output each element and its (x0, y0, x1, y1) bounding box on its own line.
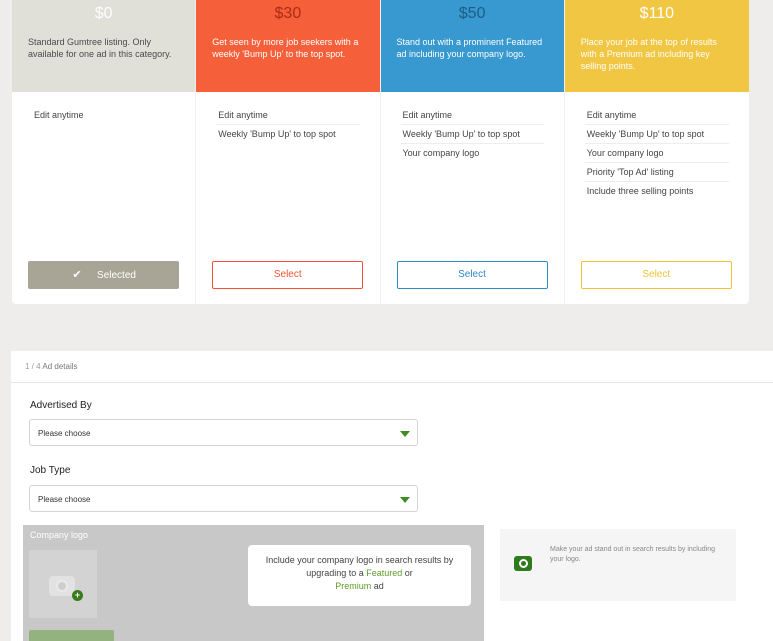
tier-description: Place your job at the top of results wit… (580, 37, 717, 71)
tier-price: $110 (639, 5, 675, 22)
step-indicator: 1 / 4 Ad details (11, 351, 773, 383)
feature-list: Edit anytime (12, 92, 195, 124)
feature-item: Your company logo (584, 144, 729, 163)
select-button[interactable]: Select (396, 261, 548, 289)
tier-featured: $50 Stand out with a prominent Featured … (380, 0, 565, 304)
tier-description: Get seen by more job seekers with a week… (212, 37, 359, 59)
company-logo-section: Company logo + Include your company logo… (23, 525, 484, 641)
premium-link[interactable]: Premium (335, 581, 371, 591)
step-title: Ad details (42, 362, 78, 371)
tier-header: $0 Standard Gumtree listing. Only availa… (12, 0, 196, 92)
selected-button[interactable]: ✔ Selected (28, 261, 179, 289)
job-type-select[interactable]: Please choose (29, 485, 418, 512)
tier-bump: $30 Get seen by more job seekers with a … (196, 0, 381, 304)
feature-list: Edit anytime Weekly 'Bump Up' to top spo… (196, 92, 379, 143)
tier-header: $110 Place your job at the top of result… (564, 0, 749, 92)
advertised-by-select[interactable]: Please choose (29, 419, 418, 446)
tier-price: $0 (94, 5, 113, 22)
pricing-tiers: $0 Standard Gumtree listing. Only availa… (12, 0, 749, 304)
feature-item: Edit anytime (400, 106, 544, 125)
tier-price: $30 (274, 5, 302, 22)
dropdown-arrow-icon (400, 497, 410, 503)
feature-item: Weekly 'Bump Up' to top spot (218, 129, 336, 139)
camera-icon (514, 556, 532, 571)
select-button[interactable]: Select (212, 261, 364, 289)
job-type-label: Job Type (30, 465, 71, 476)
upgrade-text: Include your company logo in search resu… (265, 555, 454, 578)
tier-free: $0 Standard Gumtree listing. Only availa… (12, 0, 197, 304)
tier-header: $50 Stand out with a prominent Featured … (380, 0, 564, 92)
feature-item: Weekly 'Bump Up' to top spot (584, 125, 729, 144)
dropdown-arrow-icon (400, 431, 410, 437)
featured-link[interactable]: Featured (366, 568, 402, 578)
or-text: or (404, 568, 413, 578)
feature-item: Edit anytime (216, 106, 360, 125)
camera-lens-icon (56, 580, 68, 592)
tier-price: $50 (458, 5, 486, 22)
upgrade-message: Include your company logo in search resu… (248, 545, 471, 606)
ad-details-panel: 1 / 4 Ad details Advertised By Please ch… (11, 351, 773, 641)
upload-logo-button[interactable] (29, 630, 114, 641)
feature-item: Your company logo (402, 148, 480, 158)
tier-description: Standard Gumtree listing. Only available… (28, 37, 172, 59)
logo-upload-placeholder[interactable]: + (29, 550, 97, 618)
logo-tip: Make your ad stand out in search results… (500, 529, 736, 601)
add-icon: + (72, 590, 83, 601)
feature-item: Include three selling points (586, 186, 694, 196)
feature-list: Edit anytime Weekly 'Bump Up' to top spo… (565, 92, 749, 200)
select-value: Please choose (38, 429, 91, 438)
tier-description: Stand out with a prominent Featured ad i… (396, 37, 543, 59)
feature-item: Edit anytime (34, 110, 84, 120)
feature-item: Weekly 'Bump Up' to top spot (400, 125, 544, 144)
tier-header: $30 Get seen by more job seekers with a … (196, 0, 380, 92)
button-label: Selected (97, 270, 136, 281)
company-logo-label: Company logo (30, 530, 89, 540)
step-number: 1 / 4 (25, 362, 41, 371)
feature-item: Priority 'Top Ad' listing (584, 163, 729, 182)
feature-list: Edit anytime Weekly 'Bump Up' to top spo… (381, 92, 564, 162)
feature-item: Edit anytime (584, 106, 729, 125)
advertised-by-label: Advertised By (30, 400, 92, 411)
check-icon: ✔ (72, 269, 82, 281)
tier-premium: $110 Place your job at the top of result… (564, 0, 749, 304)
select-value: Please choose (38, 495, 91, 504)
ad-text: ad (373, 581, 384, 591)
tip-text: Make your ad stand out in search results… (550, 546, 715, 563)
select-button[interactable]: Select (580, 261, 732, 289)
